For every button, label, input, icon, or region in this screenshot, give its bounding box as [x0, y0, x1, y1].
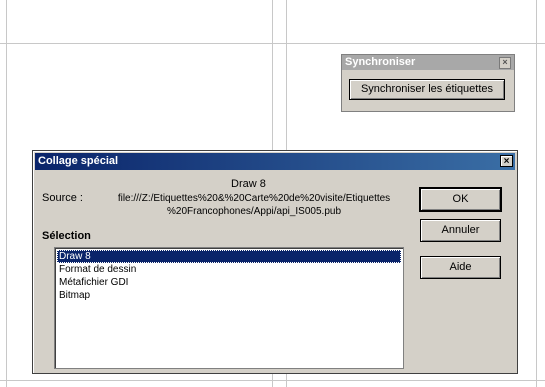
source-path: file:///Z:/Etiquettes%20&%20Carte%20de%2… — [95, 192, 413, 218]
list-item[interactable]: Bitmap — [57, 289, 401, 302]
dialog-titlebar[interactable]: Collage spécial × — [35, 153, 515, 170]
cancel-button-label: Annuler — [441, 224, 480, 236]
source-path-line2: %20Francophones/Appi/api_IS005.pub — [166, 206, 342, 217]
source-label: Source : — [42, 192, 83, 204]
source-name: Draw 8 — [231, 178, 266, 190]
synchroniser-title-text: Synchroniser — [345, 56, 416, 68]
table-border-vertical — [6, 0, 7, 387]
close-icon[interactable]: × — [499, 57, 511, 69]
ok-button[interactable]: OK — [420, 188, 501, 211]
cancel-button[interactable]: Annuler — [420, 219, 501, 242]
list-item[interactable]: Draw 8 — [57, 250, 401, 263]
synchronize-labels-button-label: Synchroniser les étiquettes — [360, 83, 494, 95]
help-button[interactable]: Aide — [420, 256, 501, 279]
dialog-title: Collage spécial — [38, 155, 119, 167]
list-item[interactable]: Format de dessin — [57, 263, 401, 276]
ok-button-label: OK — [452, 193, 469, 205]
help-button-label: Aide — [449, 261, 472, 273]
format-list[interactable]: Draw 8 Format de dessin Métafichier GDI … — [54, 247, 404, 369]
synchronize-labels-button[interactable]: Synchroniser les étiquettes — [349, 79, 505, 100]
list-item[interactable]: Métafichier GDI — [57, 276, 401, 289]
selection-label: Sélection — [42, 230, 91, 242]
paste-special-dialog: Collage spécial × Draw 8 Source : file:/… — [32, 150, 518, 374]
synchroniser-toolbar-title[interactable]: Synchroniser × — [342, 55, 514, 70]
source-path-line1: file:///Z:/Etiquettes%20&%20Carte%20de%2… — [117, 193, 391, 204]
synchroniser-toolbar: Synchroniser × Synchroniser les étiquett… — [341, 54, 515, 112]
close-icon[interactable]: × — [500, 155, 513, 167]
table-border-vertical — [536, 0, 537, 387]
